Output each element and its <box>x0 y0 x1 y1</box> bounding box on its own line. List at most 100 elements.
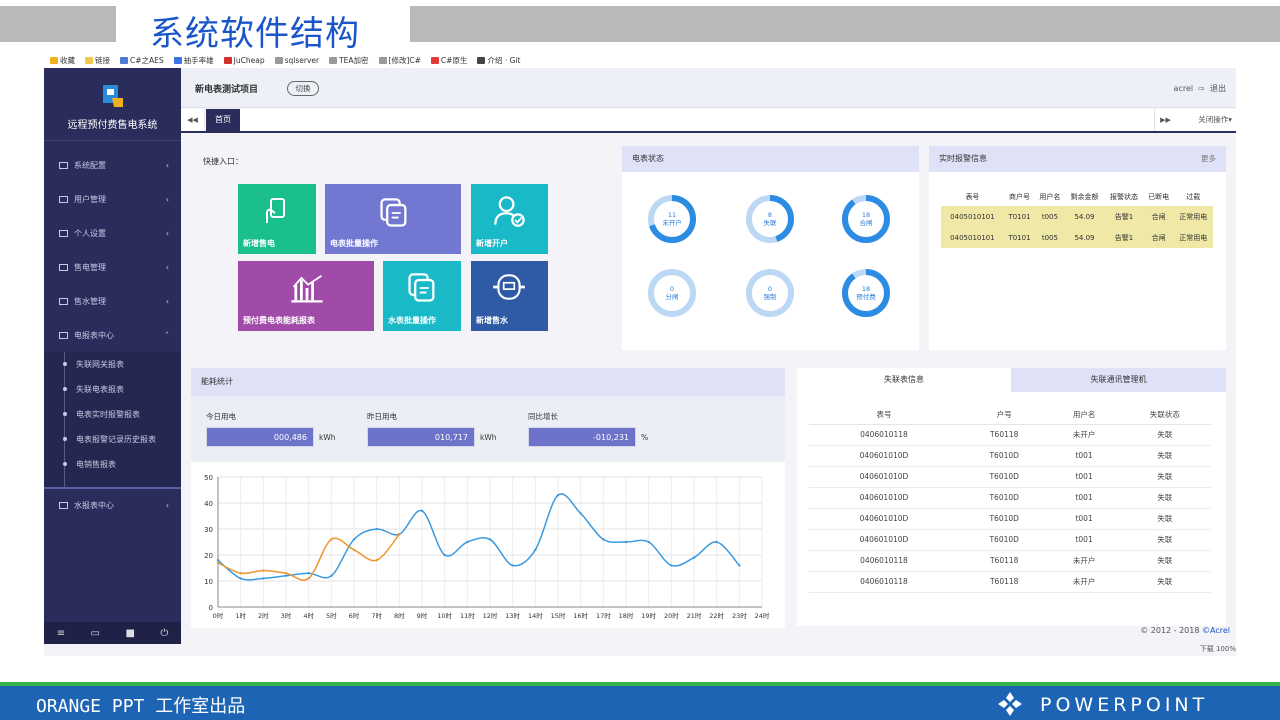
screen-icon[interactable]: ▭ <box>91 628 100 639</box>
offline-cell: 失联 <box>1118 529 1211 551</box>
x-tick-label: 1时 <box>235 611 246 620</box>
series-point-0 <box>216 559 220 562</box>
footer-powerpoint-text: POWERPOINT <box>1040 694 1209 716</box>
series-point-0 <box>602 538 605 541</box>
status-ring-text[interactable]: 0 分闸 <box>652 285 692 301</box>
lock-icon[interactable]: ■ <box>125 628 134 639</box>
offline-row[interactable]: 0406010118 T60118 未开户 失联 <box>809 424 1211 446</box>
sidebar-item-power-sales[interactable]: 售电管理 ‹ <box>44 250 181 284</box>
tile-prepaid-energy-report[interactable]: 预付费电表能耗报表 <box>238 261 374 331</box>
sidebar-item-power-report[interactable]: 电报表中心 ˅ <box>44 318 181 352</box>
offline-cell: T60118 <box>958 571 1050 593</box>
sidebar-subitem-alarm-history[interactable]: 电表报警记录历史报表 <box>44 427 181 452</box>
bookmark-9[interactable]: C#原生 <box>430 54 467 66</box>
series-point-0 <box>239 577 242 580</box>
offline-cell: t001 <box>1049 445 1119 467</box>
tile-new-water-sale[interactable]: 新增售水 <box>471 261 548 331</box>
sidebar-subitem-offline-meter[interactable]: 失联电表报表 <box>44 377 181 402</box>
tab-offline-meters[interactable]: 失联表信息 <box>797 368 1011 392</box>
alarm-header-cell: 表号 <box>965 193 980 201</box>
bookmark-7[interactable]: TEA加密 <box>329 54 369 66</box>
status-ring-text[interactable]: 0 强制 <box>750 285 790 301</box>
slide-footer: ORANGE PPT 工作室出品 POWERPOINT <box>0 682 1280 720</box>
tab-home[interactable]: 首页 <box>206 109 240 131</box>
y-tick-label: 40 <box>204 500 213 508</box>
status-ring-text[interactable]: 11 未开户 <box>652 211 692 227</box>
tile-meter-batch[interactable]: 电表批量操作 <box>325 184 461 254</box>
offline-cell: 失联 <box>1118 571 1211 593</box>
offline-cell: 失联 <box>1118 424 1211 446</box>
bookmark-10[interactable]: 介绍 · Git <box>477 54 520 66</box>
offline-cell: 040601010D <box>809 508 959 530</box>
sidebar-subitem-power-sales-report[interactable]: 电销售报表 <box>44 452 181 477</box>
star-icon <box>50 56 58 64</box>
folder-icon <box>85 56 93 64</box>
status-ring-text[interactable]: 8 失联 <box>750 211 790 227</box>
paw-icon <box>173 56 182 64</box>
sidebar-item-water-report[interactable]: 水报表中心 ‹ <box>44 487 181 521</box>
alarm-cell: 合闸 <box>1143 227 1174 248</box>
x-tick-label: 18时 <box>619 611 634 620</box>
alarm-table: 表号 商户号 用户名 剩余金额 报警状态 已断电 过载 0405010101 T0101 t00… <box>941 188 1213 248</box>
alarm-header-cell: 用户名 <box>1039 193 1061 201</box>
tile-water-batch[interactable]: 水表批量操作 <box>383 261 461 331</box>
brand-link[interactable]: ©Acrel <box>1202 626 1230 635</box>
bookmark-8[interactable]: [修改]C# <box>378 54 421 66</box>
power-report-submenu: 失联网关报表 失联电表报表 电表实时报警报表 电表报警记录历史报表 电销售报表 <box>44 352 181 487</box>
offline-row[interactable]: 040601010D T6010D t001 失联 <box>809 487 1211 509</box>
sidebar-subitem-realtime-alarm[interactable]: 电表实时报警报表 <box>44 402 181 427</box>
alarm-row[interactable]: 0405010101 T0101 t005 54.09 告警1 合闸 正常用电 <box>941 206 1213 227</box>
logout-icon[interactable]: ⇨ <box>1198 84 1205 93</box>
offline-row[interactable]: 040601010D T6010D t001 失联 <box>809 508 1211 530</box>
sidebar-item-water-sales[interactable]: 售水管理 ‹ <box>44 284 181 318</box>
footer-green-line <box>0 682 1280 686</box>
bar-chart-icon <box>291 274 323 303</box>
x-tick-label: 22时 <box>709 611 724 620</box>
series-point-0 <box>715 540 718 544</box>
tab-offline-comm[interactable]: 失联通讯管理机 <box>1011 368 1226 392</box>
tile-new-power-sale[interactable]: 新增售电 <box>238 184 316 254</box>
today-usage-label: 今日用电 <box>206 412 236 421</box>
alarm-cell: 正常用电 <box>1173 227 1213 248</box>
offline-row[interactable]: 0406010118 T60118 未开户 失联 <box>809 571 1211 593</box>
x-tick-label: 24时 <box>755 611 770 620</box>
ring-value: 18 <box>861 285 871 293</box>
bookmark-3[interactable]: C#之AES <box>120 54 164 66</box>
username[interactable]: acrel <box>1174 84 1194 93</box>
x-tick-label: 10时 <box>437 611 452 620</box>
offline-table: 表号 户号 用户名 失联状态 0406010118 T60118 未开户 失联 0406010… <box>809 406 1211 593</box>
bookmark-6[interactable]: sqlserver <box>274 54 319 66</box>
sidebar-subitem-offline-gateway[interactable]: 失联网关报表 <box>44 352 181 377</box>
menu-icon[interactable]: ≡ <box>57 628 65 639</box>
series-point-1 <box>375 559 378 562</box>
tab-scroll-left-icon[interactable]: ◀◀ <box>181 109 205 131</box>
bookmark-4[interactable]: 抽手率雄 <box>173 54 214 66</box>
offline-row[interactable]: 040601010D T6010D t001 失联 <box>809 445 1211 467</box>
sidebar-item-personal[interactable]: 个人设置 ‹ <box>44 216 181 250</box>
power-icon[interactable]: ⏻ <box>160 628 168 639</box>
offline-row[interactable]: 040601010D T6010D t001 失联 <box>809 529 1211 551</box>
status-ring-text[interactable]: 18 预付费 <box>846 285 886 301</box>
switch-project-button[interactable]: 切换 <box>287 81 319 96</box>
logo-area: 远程预付费售电系统 <box>44 68 181 131</box>
series-point-0 <box>375 527 378 531</box>
alarm-row[interactable]: 0405010101 T0101 t005 54.09 告警1 合闸 正常用电 <box>941 227 1213 248</box>
system-name: 远程预付费售电系统 <box>67 120 158 131</box>
sidebar-item-user-manage[interactable]: 用户管理 ‹ <box>44 182 181 216</box>
status-ring-text[interactable]: 18 合闸 <box>846 211 886 227</box>
offline-header-cell: 户号 <box>958 406 1050 425</box>
tile-new-account[interactable]: 新增开户 <box>471 184 548 254</box>
close-operations-dropdown[interactable]: 关闭操作▾ <box>1198 109 1232 131</box>
sidebar-item-system-config[interactable]: 系统配置 ‹ <box>44 148 181 182</box>
bookmark-2[interactable]: 链接 <box>85 54 110 66</box>
site-icon <box>329 56 338 64</box>
bookmark-1[interactable]: 收藏 <box>50 54 75 66</box>
yesterday-usage-label: 昨日用电 <box>367 412 397 421</box>
bookmark-5[interactable]: JuCheap <box>223 54 265 66</box>
alarm-header-cell: 已断电 <box>1148 193 1170 201</box>
more-link[interactable]: 更多 <box>1201 146 1216 172</box>
offline-row[interactable]: 0406010118 T60118 未开户 失联 <box>809 550 1211 572</box>
tab-scroll-right-icon[interactable]: ▶▶ <box>1154 109 1176 131</box>
offline-row[interactable]: 040601010D T6010D t001 失联 <box>809 466 1211 488</box>
logout-link[interactable]: 退出 <box>1210 84 1226 93</box>
